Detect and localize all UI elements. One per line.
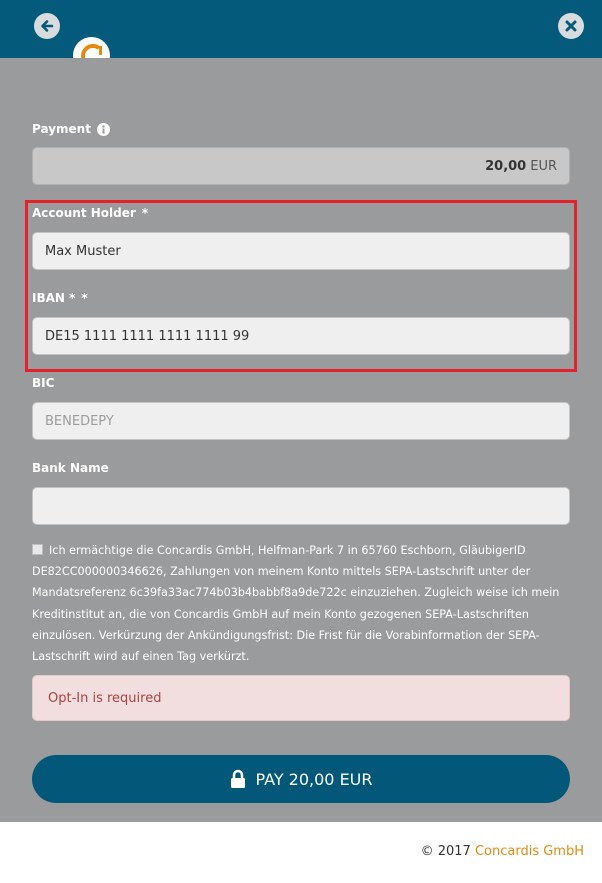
consent-checkbox[interactable]	[32, 544, 43, 555]
close-button[interactable]	[558, 13, 584, 39]
account-holder-input[interactable]: Max Muster	[32, 232, 570, 270]
footer-company-link[interactable]: Concardis GmbH	[475, 844, 584, 859]
footer-copyright: © 2017 Concardis GmbH	[420, 844, 584, 859]
error-alert: Opt-In is required	[32, 675, 570, 721]
payment-amount-field: 20,00 EUR	[32, 147, 570, 185]
bic-input[interactable]: BENEDEPY	[32, 402, 570, 440]
iban-label: IBAN * *	[32, 291, 88, 305]
close-x-icon	[565, 20, 577, 32]
info-icon[interactable]	[96, 122, 110, 136]
pay-button-label: PAY 20,00 EUR	[255, 769, 373, 789]
bic-label: BIC	[32, 376, 55, 390]
consent-text: Ich ermächtige die Concardis GmbH, Helfm…	[32, 544, 560, 664]
bank-name-label: Bank Name	[32, 461, 109, 475]
pay-button[interactable]: PAY 20,00 EUR	[32, 755, 570, 803]
header-bar	[0, 0, 602, 74]
lock-icon	[231, 769, 246, 788]
footer: © 2017 Concardis GmbH	[0, 822, 602, 883]
account-holder-label: Account Holder *	[32, 206, 149, 220]
back-button[interactable]	[34, 13, 60, 39]
arrow-left-icon	[41, 20, 54, 32]
error-message: Opt-In is required	[48, 690, 162, 706]
bank-name-input[interactable]	[32, 487, 570, 525]
sepa-consent: Ich ermächtige die Concardis GmbH, Helfm…	[32, 540, 572, 667]
payment-label: Payment	[32, 122, 110, 136]
iban-input[interactable]: DE15 1111 1111 1111 1111 99	[32, 317, 570, 355]
